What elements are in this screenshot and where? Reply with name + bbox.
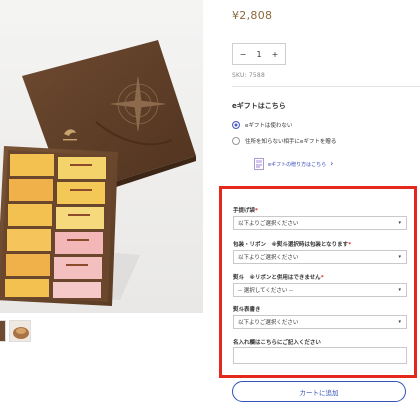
chevron-right-icon: ›: [330, 159, 334, 168]
thumbnail-2[interactable]: [9, 320, 31, 342]
chevron-down-icon: ▾: [398, 254, 401, 260]
quantity-increase-button[interactable]: +: [270, 50, 280, 59]
wrapping-ribbon-label: 包装・リボン ※熨斗選択時は包装となります*: [233, 242, 352, 248]
divider: [232, 86, 420, 87]
name-field-input[interactable]: [233, 347, 407, 364]
product-price: ¥2,808: [232, 9, 273, 22]
chevron-down-icon: ▾: [398, 220, 401, 226]
shopping-bag-value: 以下よりご選択ください: [238, 221, 299, 227]
product-image[interactable]: [0, 0, 203, 313]
radio-selected-icon[interactable]: [232, 121, 240, 129]
shopping-bag-select[interactable]: 以下よりご選択ください ▾: [233, 216, 407, 230]
quantity-decrease-button[interactable]: −: [238, 50, 248, 59]
thumbnail-strip: [0, 320, 31, 342]
noshi-value: -- 選択してください --: [238, 288, 294, 294]
wrapping-ribbon-value: 以下よりご選択ください: [238, 255, 299, 261]
quantity-value[interactable]: 1: [256, 50, 261, 59]
egift-option-label: 住所を知らない相手にeギフトを贈る: [245, 139, 337, 145]
noshi-inscription-value: 以下よりご選択ください: [238, 320, 299, 326]
name-field-label: 名入れ欄はこちらにご記入ください: [233, 340, 321, 346]
radio-unselected-icon[interactable]: [232, 137, 240, 145]
egift-option-none[interactable]: eギフトは使わない: [232, 121, 292, 129]
chevron-down-icon: ▾: [398, 319, 401, 325]
thumbnail-1[interactable]: [0, 320, 6, 342]
quantity-stepper[interactable]: − 1 +: [232, 43, 286, 65]
egift-howto-label: eギフトの贈り方はこちら: [268, 161, 327, 168]
noshi-inscription-label: 熨斗表書き: [233, 307, 261, 313]
egift-option-label: eギフトは使わない: [245, 123, 293, 129]
sku-label: SKU: 7588: [232, 72, 265, 79]
e-gift-icon: [254, 158, 264, 170]
add-to-cart-button[interactable]: カートに追加: [232, 381, 406, 402]
chevron-down-icon: ▾: [398, 287, 401, 293]
egift-heading: eギフトはこちら: [232, 102, 286, 110]
wrapping-ribbon-select[interactable]: 以下よりご選択ください ▾: [233, 250, 407, 264]
shopping-bag-label: 手提げ袋*: [233, 208, 258, 214]
noshi-label: 熨斗 ※リボンと併用はできません*: [233, 275, 324, 281]
noshi-inscription-select[interactable]: 以下よりご選択ください ▾: [233, 315, 407, 329]
noshi-select[interactable]: -- 選択してください -- ▾: [233, 283, 407, 297]
gift-box-photo: [0, 0, 203, 313]
egift-howto-link[interactable]: eギフトの贈り方はこちら ›: [254, 158, 333, 170]
egift-option-send[interactable]: 住所を知らない相手にeギフトを贈る: [232, 137, 336, 145]
gift-options-panel: 手提げ袋* 以下よりご選択ください ▾ 包装・リボン ※熨斗選択時は包装となりま…: [219, 186, 417, 378]
